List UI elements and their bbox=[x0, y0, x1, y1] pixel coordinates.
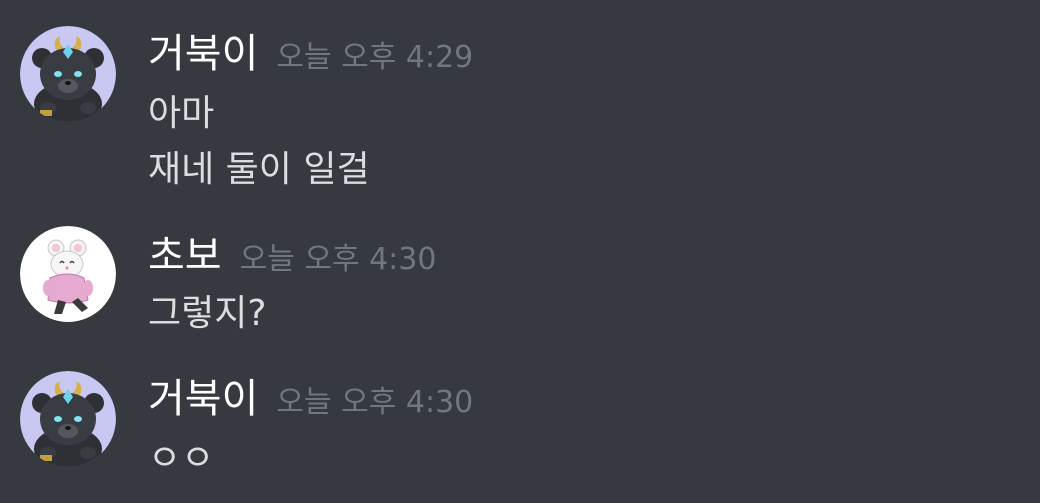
message-group: 거북이 오늘 오후 4:29 아마 재네 둘이 일걸 bbox=[0, 0, 1040, 200]
username[interactable]: 거북이 bbox=[148, 375, 258, 423]
timestamp[interactable]: 오늘 오후 4:30 bbox=[240, 240, 437, 280]
username[interactable]: 초보 bbox=[148, 232, 222, 280]
message-header: 거북이 오늘 오후 4:29 bbox=[148, 30, 473, 78]
dark-bear-avatar-icon[interactable] bbox=[20, 371, 116, 467]
white-mouse-avatar-icon[interactable] bbox=[20, 226, 116, 322]
message-text: 그렇지? bbox=[148, 293, 267, 334]
message-header: 초보 오늘 오후 4:30 bbox=[148, 232, 436, 280]
message-header: 거북이 오늘 오후 4:30 bbox=[148, 375, 473, 423]
message-text: 재네 둘이 일걸 bbox=[148, 149, 370, 190]
dark-bear-avatar-icon[interactable] bbox=[20, 26, 116, 122]
timestamp[interactable]: 오늘 오후 4:29 bbox=[276, 38, 473, 78]
username[interactable]: 거북이 bbox=[148, 30, 258, 78]
message-text: ㅇㅇ bbox=[148, 438, 215, 479]
message-group: 거북이 오늘 오후 4:30 ㅇㅇ bbox=[0, 345, 1040, 503]
message-text: 아마 bbox=[148, 93, 215, 134]
timestamp[interactable]: 오늘 오후 4:30 bbox=[276, 383, 473, 423]
message-group: 초보 오늘 오후 4:30 그렇지? bbox=[0, 200, 1040, 350]
